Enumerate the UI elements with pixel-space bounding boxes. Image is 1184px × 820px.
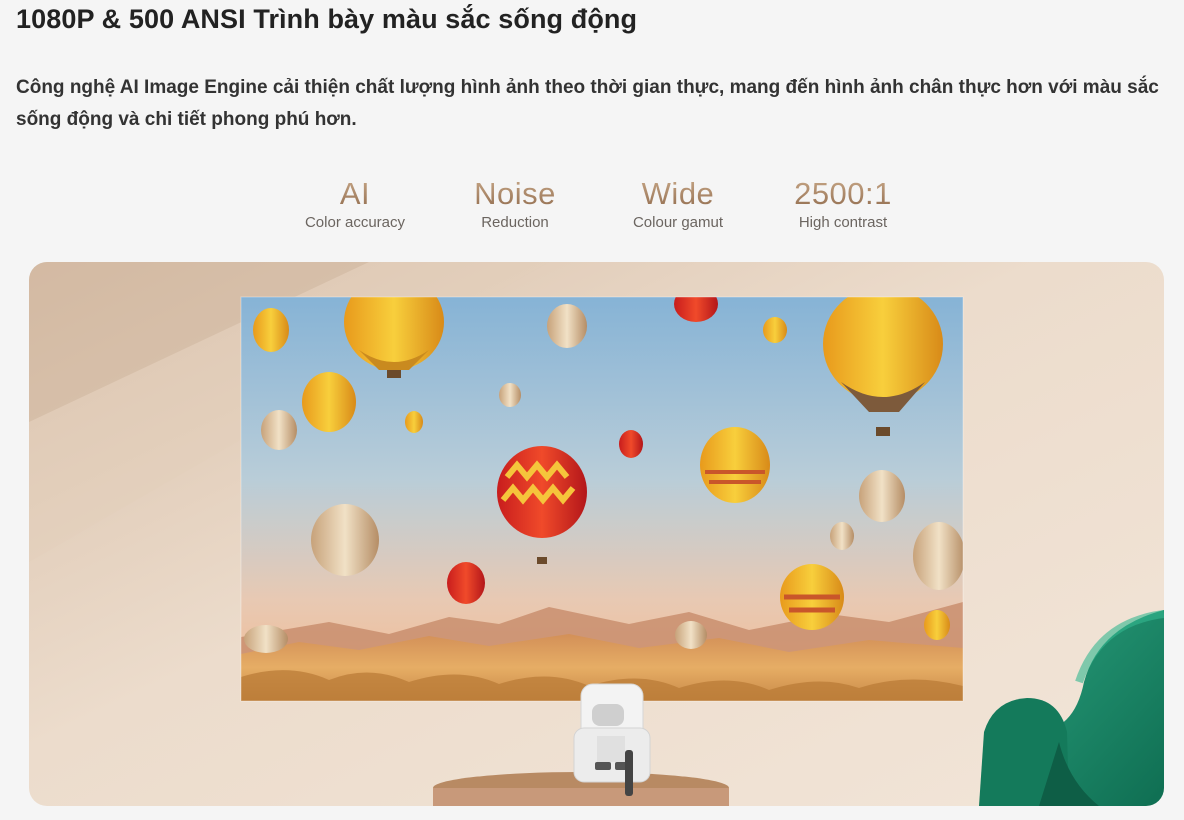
feature-contrast-caption: High contrast xyxy=(798,214,888,231)
feature-noise-title: Noise xyxy=(430,176,600,212)
feature-ai: AI Color accuracy xyxy=(270,176,440,233)
feature-highlights: AI Color accuracy Noise Reduction Wide C… xyxy=(270,176,930,246)
feature-contrast: 2500:1 High contrast xyxy=(758,176,928,233)
feature-wide: Wide Colour gamut xyxy=(593,176,763,233)
page-heading: 1080P & 500 ANSI Trình bày màu sắc sống … xyxy=(16,4,638,34)
feature-ai-caption: Color accuracy xyxy=(304,214,406,231)
feature-contrast-title: 2500:1 xyxy=(758,176,928,212)
feature-wide-title: Wide xyxy=(593,176,763,212)
projector-icon xyxy=(573,683,651,796)
feature-wide-caption: Colour gamut xyxy=(632,214,724,231)
product-scene-image xyxy=(29,262,1164,806)
feature-ai-title: AI xyxy=(270,176,440,212)
page-description: Công nghệ AI Image Engine cải thiện chất… xyxy=(16,77,1159,130)
feature-noise: Noise Reduction xyxy=(430,176,600,233)
feature-noise-caption: Reduction xyxy=(481,214,549,231)
projection-screen xyxy=(241,297,963,701)
